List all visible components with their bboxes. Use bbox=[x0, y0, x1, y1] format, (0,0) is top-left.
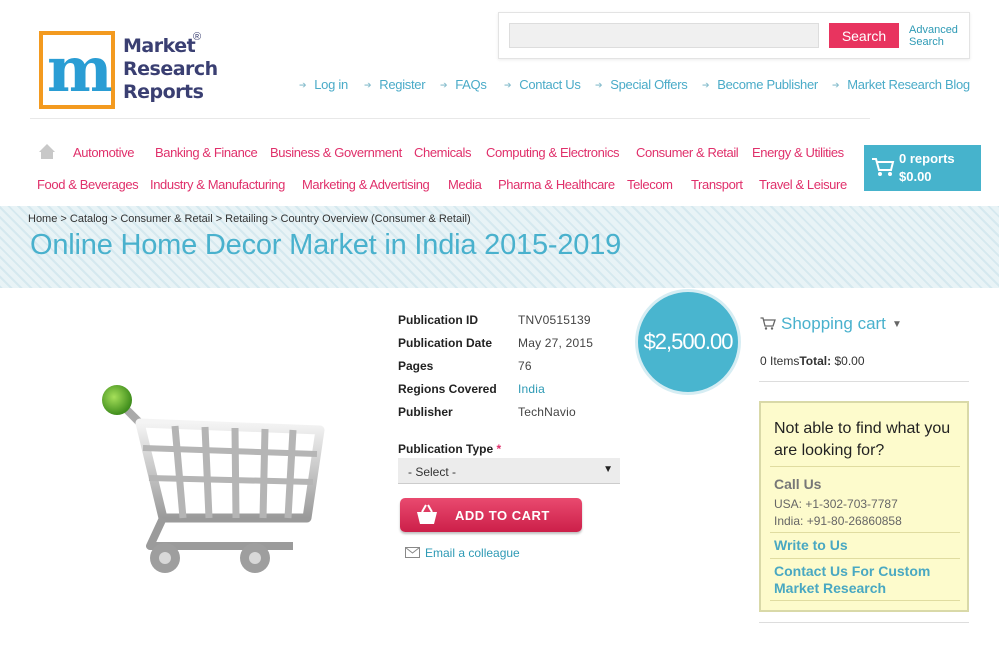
site-logo[interactable]: m Market Research Reports ® bbox=[39, 31, 219, 111]
price-badge: $2,500.00 bbox=[638, 292, 738, 392]
arrow-icon: ➔ bbox=[440, 80, 448, 90]
sidebar-divider bbox=[759, 381, 969, 382]
advanced-search-link[interactable]: Advanced Search bbox=[909, 24, 958, 48]
page-title: Online Home Decor Market in India 2015-2… bbox=[30, 229, 622, 261]
category-automotive[interactable]: Automotive bbox=[73, 145, 134, 160]
arrow-icon: ➔ bbox=[364, 80, 372, 90]
nav-register[interactable]: ➔ Register bbox=[364, 77, 426, 92]
nav-special-offers[interactable]: ➔ Special Offers bbox=[595, 77, 688, 92]
cart-icon bbox=[872, 158, 895, 176]
add-to-cart-button[interactable]: ADD TO CART bbox=[400, 498, 582, 532]
envelope-icon bbox=[405, 547, 420, 558]
header-cart[interactable]: 0 reports $0.00 bbox=[864, 145, 981, 191]
publication-type-label: Publication Type * bbox=[398, 442, 502, 456]
home-icon[interactable] bbox=[38, 143, 56, 160]
nav-become-publisher[interactable]: ➔ Become Publisher bbox=[702, 77, 818, 92]
call-us-heading: Call Us bbox=[774, 476, 822, 492]
category-energy-utilities[interactable]: Energy & Utilities bbox=[752, 145, 844, 160]
category-transport[interactable]: Transport bbox=[691, 177, 743, 192]
basket-icon bbox=[417, 504, 437, 524]
arrow-icon: ➔ bbox=[832, 80, 840, 90]
category-media[interactable]: Media bbox=[448, 177, 482, 192]
category-business-government[interactable]: Business & Government bbox=[270, 145, 402, 160]
sidebar-divider bbox=[759, 622, 969, 623]
phone-india: India: +91-80-26860858 bbox=[774, 514, 902, 528]
shopping-cart-summary: 0 ItemsTotal: $0.00 bbox=[760, 354, 865, 368]
category-marketing-advertising[interactable]: Marketing & Advertising bbox=[302, 177, 430, 192]
breadcrumb[interactable]: Home > Catalog > Consumer & Retail > Ret… bbox=[28, 213, 471, 225]
category-travel-leisure[interactable]: Travel & Leisure bbox=[759, 177, 847, 192]
help-box: Not able to find what you are looking fo… bbox=[759, 401, 969, 612]
category-computing-electronics[interactable]: Computing & Electronics bbox=[486, 145, 620, 160]
publication-type-select[interactable]: - Select - ▼ bbox=[398, 458, 620, 484]
category-food-beverages[interactable]: Food & Beverages bbox=[37, 177, 139, 192]
nav-contact-us[interactable]: ➔ Contact Us bbox=[504, 77, 581, 92]
region-link[interactable]: India bbox=[518, 382, 545, 396]
category-pharma-healthcare[interactable]: Pharma & Healthcare bbox=[498, 177, 615, 192]
help-question: Not able to find what you are looking fo… bbox=[774, 420, 951, 459]
nav-market-research-blog[interactable]: ➔ Market Research Blog bbox=[832, 77, 970, 92]
cart-report-count: 0 reports bbox=[899, 151, 955, 166]
nav-login[interactable]: ➔ Log in bbox=[299, 77, 348, 92]
category-banking-finance[interactable]: Banking & Finance bbox=[155, 145, 258, 160]
category-consumer-retail[interactable]: Consumer & Retail bbox=[636, 145, 739, 160]
registered-mark: ® bbox=[193, 31, 202, 43]
category-chemicals[interactable]: Chemicals bbox=[414, 145, 471, 160]
nav-faqs[interactable]: ➔ FAQs bbox=[440, 77, 487, 92]
cart-total: $0.00 bbox=[899, 169, 932, 184]
logo-wordmark: Market Research Reports bbox=[123, 35, 218, 103]
category-telecom[interactable]: Telecom bbox=[627, 177, 673, 192]
dropdown-arrow-icon: ▼ bbox=[603, 464, 613, 475]
category-industry-manufacturing[interactable]: Industry & Manufacturing bbox=[150, 177, 285, 192]
arrow-icon: ➔ bbox=[702, 80, 710, 90]
header-divider bbox=[30, 118, 870, 119]
arrow-icon: ➔ bbox=[299, 80, 307, 90]
search-input[interactable] bbox=[509, 23, 819, 48]
chevron-down-icon: ▼ bbox=[892, 319, 902, 330]
cart-icon bbox=[760, 317, 776, 330]
arrow-icon: ➔ bbox=[595, 80, 603, 90]
search-button[interactable]: Search bbox=[829, 23, 899, 48]
logo-mark: m bbox=[39, 31, 115, 109]
phone-usa: USA: +1-302-703-7787 bbox=[774, 497, 898, 511]
product-cart-image bbox=[102, 385, 325, 573]
arrow-icon: ➔ bbox=[504, 80, 512, 90]
custom-research-link[interactable]: Contact Us For Custom Market Research bbox=[774, 563, 964, 597]
logo-letter-m: m bbox=[47, 33, 113, 106]
search-panel: Search Advanced Search bbox=[498, 12, 970, 59]
write-to-us-link[interactable]: Write to Us bbox=[774, 537, 964, 554]
